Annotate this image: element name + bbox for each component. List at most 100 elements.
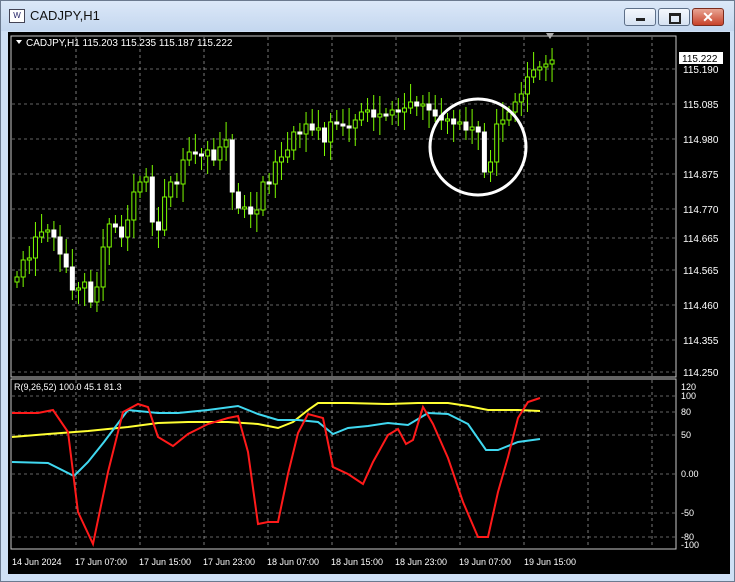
price-label: 114.250	[683, 368, 719, 379]
candle-body	[303, 123, 309, 135]
candle-body	[248, 206, 254, 215]
candle-body	[445, 118, 450, 122]
candle-body	[377, 113, 383, 118]
candle-body	[524, 76, 530, 95]
candle-body	[229, 139, 235, 193]
time-axis: 14 Jun 2024 17 Jun 07:00 17 Jun 15:00 17…	[12, 557, 576, 567]
candlesticks	[14, 48, 555, 312]
chart-menu-triangle-icon[interactable]	[16, 40, 22, 44]
level-label: 50	[681, 430, 691, 440]
chart-canvas[interactable]: CADJPY,H1 115.203 115.235 115.187 115.22…	[8, 32, 730, 574]
price-label: 114.875	[683, 170, 719, 181]
time-label: 14 Jun 2024	[12, 557, 62, 567]
candle-body	[205, 149, 211, 157]
candle-body	[285, 149, 291, 158]
candle-body	[432, 109, 438, 117]
candle-body	[426, 103, 432, 111]
candle-body	[451, 118, 457, 125]
time-label: 18 Jun 07:00	[267, 557, 319, 567]
price-label: 114.980	[683, 135, 719, 146]
chart-header: CADJPY,H1 115.203 115.235 115.187 115.22…	[26, 38, 233, 49]
candle-body	[168, 181, 174, 198]
time-label: 19 Jun 07:00	[459, 557, 511, 567]
candle-body	[162, 196, 168, 231]
candle-body	[186, 151, 192, 161]
candle-body	[481, 131, 487, 173]
time-label: 17 Jun 23:00	[203, 557, 255, 567]
candle-body	[63, 253, 69, 268]
candle-body	[475, 126, 481, 133]
candle-body	[20, 259, 26, 278]
close-button[interactable]: ✕	[692, 8, 724, 26]
time-label: 19 Jun 15:00	[524, 557, 576, 567]
candle-body	[180, 159, 186, 185]
candle-body	[88, 281, 94, 303]
time-label: 18 Jun 15:00	[331, 557, 383, 567]
candle-body	[278, 156, 284, 163]
candle-body	[155, 221, 161, 231]
price-label: 115.190	[683, 65, 719, 76]
candle-body	[537, 66, 543, 71]
time-label: 17 Jun 15:00	[139, 557, 191, 567]
price-label: 114.460	[683, 301, 719, 312]
candle-body	[291, 131, 297, 151]
candle-body	[469, 126, 475, 131]
candle-body	[408, 101, 414, 109]
candle-body	[26, 257, 32, 261]
candle-body	[143, 176, 149, 183]
candle-body	[389, 109, 395, 116]
level-label: -100	[681, 540, 699, 550]
maximize-button[interactable]	[658, 8, 690, 26]
candle-body	[518, 93, 524, 103]
candle-body	[242, 206, 248, 210]
candle-body	[543, 63, 549, 68]
price-label: 114.770	[683, 205, 719, 216]
candle-body	[512, 101, 518, 113]
window-title: CADJPY,H1	[30, 8, 100, 23]
candle-body	[100, 246, 106, 288]
candle-body	[365, 109, 371, 113]
minimize-button[interactable]	[624, 8, 656, 26]
candle-body	[32, 236, 38, 259]
candle-body	[14, 276, 20, 283]
candle-body	[500, 119, 506, 125]
candle-body	[395, 109, 401, 113]
cyan-line	[11, 404, 541, 478]
level-label: 100	[681, 391, 696, 401]
candle-body	[352, 119, 358, 129]
current-price-label: 115.222	[682, 54, 718, 65]
candle-body	[401, 107, 407, 113]
chart-area[interactable]: CADJPY,H1 115.203 115.235 115.187 115.22…	[8, 32, 730, 574]
candle-body	[69, 266, 75, 291]
candle-body	[346, 125, 352, 129]
candle-body	[57, 236, 63, 255]
price-axis: 115.222 115.190 115.085 114.980 114.875 …	[679, 52, 723, 379]
candle-body	[414, 101, 420, 107]
candle-body	[358, 111, 364, 121]
indicator-header: R(9,26,52) 100.0 45.1 81.3	[14, 382, 122, 392]
candle-body	[192, 151, 198, 155]
level-label: -50	[681, 508, 694, 518]
candle-body	[76, 287, 81, 291]
candle-body	[211, 149, 217, 161]
price-label: 114.565	[683, 266, 719, 277]
candle-body	[45, 229, 51, 233]
candle-body	[457, 121, 463, 125]
candle-body	[297, 131, 303, 135]
candle-body	[494, 123, 500, 163]
candle-body	[254, 209, 260, 215]
title-bar[interactable]: W CADJPY,H1 ✕	[1, 1, 734, 31]
candle-body	[223, 139, 229, 148]
candle-body	[149, 176, 155, 223]
candle-body	[549, 59, 555, 65]
close-icon: ✕	[702, 9, 714, 25]
price-label: 114.665	[683, 234, 719, 245]
candle-body	[94, 286, 100, 303]
candle-body	[131, 191, 137, 221]
candle-body	[463, 121, 469, 131]
candle-body	[125, 219, 131, 238]
candle-body	[315, 127, 321, 131]
candle-body	[199, 153, 204, 157]
price-label: 115.085	[683, 100, 719, 111]
candle-body	[383, 113, 389, 117]
